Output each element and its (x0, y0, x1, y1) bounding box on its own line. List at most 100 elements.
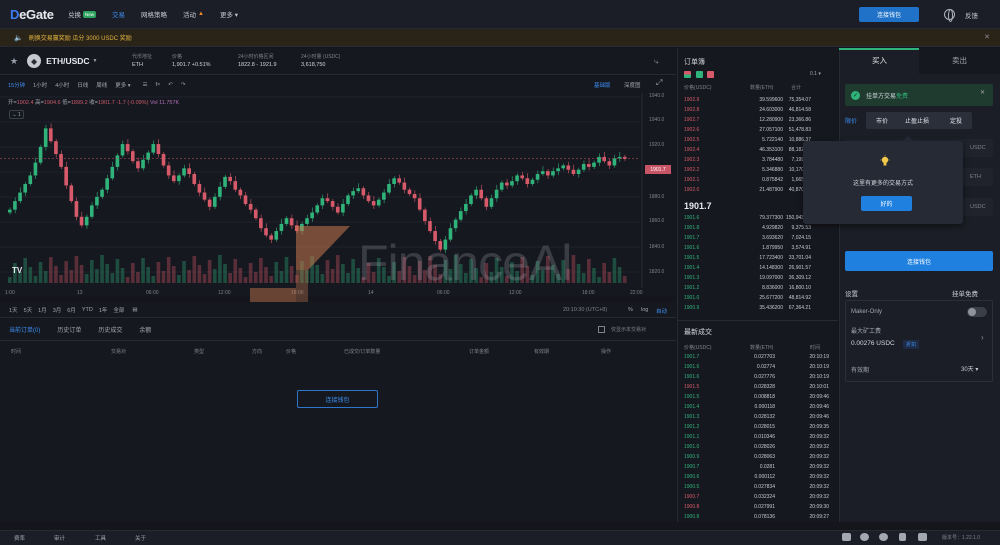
candle[interactable] (346, 195, 350, 204)
candle[interactable] (494, 189, 499, 199)
candle[interactable] (48, 128, 53, 142)
candle[interactable] (489, 198, 494, 207)
candle[interactable] (510, 181, 514, 186)
candle[interactable] (207, 199, 212, 207)
range-3m[interactable]: 3月 (53, 306, 62, 314)
candle[interactable] (248, 203, 253, 210)
candle[interactable] (592, 162, 596, 167)
order-type-dca[interactable]: 定投 (950, 116, 962, 125)
range-6m[interactable]: 6月 (67, 306, 76, 314)
candle[interactable] (571, 169, 576, 175)
auto-toggle[interactable]: 自动 (656, 307, 667, 315)
candle[interactable] (535, 174, 540, 180)
book-bids-icon[interactable] (695, 71, 703, 78)
candle[interactable] (469, 195, 473, 204)
candle[interactable] (366, 195, 371, 202)
ask-row[interactable]: 1902.2 5.346880 10,170.83 (680, 167, 811, 177)
feedback-link[interactable]: 反馈 (965, 10, 978, 20)
range-1y[interactable]: 1年 (99, 306, 108, 314)
candle[interactable] (64, 166, 68, 186)
candle[interactable] (105, 178, 109, 190)
candle[interactable] (356, 188, 361, 192)
bid-row[interactable]: 1901.2 8.836000 16,800.10 (680, 285, 811, 295)
candle[interactable] (474, 189, 478, 196)
range-ytd[interactable]: YTD (82, 307, 93, 313)
candle[interactable] (361, 188, 366, 196)
ask-row[interactable]: 1902.9 39.599600 75,354.07 (680, 97, 811, 107)
candle[interactable] (581, 164, 586, 170)
candle[interactable] (89, 205, 94, 217)
indicators-icon[interactable]: ☰ (143, 82, 148, 88)
candle[interactable] (228, 176, 232, 182)
candle[interactable] (428, 221, 432, 232)
study-collapse-toggle[interactable]: ⌄ 1 (9, 110, 24, 119)
connect-wallet-button[interactable]: 连接钱包 (859, 7, 919, 22)
twitter-icon[interactable] (860, 533, 869, 541)
order-type-tpsl[interactable]: 止盈止损 (905, 116, 929, 125)
candle[interactable] (392, 178, 396, 184)
candle[interactable] (100, 189, 104, 197)
candle[interactable] (166, 165, 171, 176)
nav-more[interactable]: 更多 ▾ (220, 9, 238, 19)
candle[interactable] (320, 198, 325, 206)
candle[interactable] (464, 203, 468, 212)
tab-buy[interactable]: 买入 (872, 55, 887, 66)
candle[interactable] (612, 158, 617, 166)
candle[interactable] (417, 198, 422, 210)
chevron-right-icon[interactable]: › (981, 333, 984, 342)
candle[interactable] (197, 183, 202, 193)
candle[interactable] (458, 211, 463, 220)
pair-selector[interactable]: ETH/USDC (46, 56, 89, 66)
candle[interactable] (335, 206, 340, 213)
tab-sell[interactable]: 卖出 (952, 55, 967, 66)
candle[interactable] (223, 176, 227, 187)
candle[interactable] (110, 166, 115, 179)
candle[interactable] (284, 218, 289, 224)
close-icon[interactable]: ✕ (984, 33, 990, 41)
maker-only-toggle[interactable] (967, 307, 987, 317)
candle[interactable] (69, 185, 74, 202)
ask-row[interactable]: 1902.0 21.487900 40,870.01 (680, 187, 811, 197)
order-type-market[interactable]: 市价 (876, 116, 888, 125)
bid-row[interactable]: 1901.5 17.723400 33,701.04 (680, 255, 811, 265)
tab-open-orders[interactable]: 当前订单(0) (9, 325, 40, 334)
log-toggle[interactable]: log (641, 307, 648, 313)
announcement-text[interactable]: 刷换交易赢奖励 瓜分 3000 USDC 奖励 (29, 33, 132, 42)
candle[interactable] (376, 199, 381, 206)
range-5d[interactable]: 5天 (24, 306, 33, 314)
validity-select[interactable]: 30天 ▾ (961, 364, 978, 373)
candle[interactable] (351, 191, 355, 196)
candle[interactable] (561, 165, 566, 169)
candle[interactable] (556, 168, 560, 172)
bid-row[interactable]: 1901.4 14.148300 26,901.57 (680, 265, 811, 275)
bid-row[interactable]: 1901.0 25.677200 48,814.92 (680, 295, 811, 305)
bid-row[interactable]: 1901.6 79.377300 150,943.90 (680, 215, 811, 225)
candle[interactable] (617, 156, 622, 159)
share-icon[interactable]: ⤷ (654, 57, 658, 67)
candle[interactable] (597, 156, 601, 163)
candle[interactable] (18, 192, 22, 202)
candle[interactable] (33, 162, 38, 176)
candle[interactable] (182, 168, 186, 176)
only-current-pair-label[interactable]: 仅显示本交易对 (611, 326, 646, 333)
candle[interactable] (315, 205, 320, 213)
candle[interactable] (125, 144, 130, 152)
chevron-down-icon[interactable]: ▼ (93, 58, 98, 64)
candle[interactable] (151, 144, 156, 153)
candle[interactable] (305, 218, 309, 224)
chart-basic-tab[interactable]: 基础版 (594, 81, 611, 89)
candle[interactable] (187, 168, 191, 175)
tab-trade-history[interactable]: 历史成交 (98, 325, 122, 334)
redo-icon[interactable]: ↷ (181, 82, 186, 88)
bid-row[interactable]: 1901.6 1.879950 3,574.91 (680, 245, 811, 255)
candle[interactable] (95, 196, 99, 206)
candle[interactable] (423, 209, 427, 222)
candle[interactable] (325, 198, 330, 202)
candle[interactable] (233, 181, 238, 190)
timeframe-1d[interactable]: 日线 (77, 81, 88, 89)
bid-row[interactable]: 1901.3 19.097000 36,309.12 (680, 275, 811, 285)
candle[interactable] (341, 203, 345, 213)
candle[interactable] (566, 165, 571, 170)
candle[interactable] (218, 186, 222, 197)
candle[interactable] (79, 216, 84, 226)
